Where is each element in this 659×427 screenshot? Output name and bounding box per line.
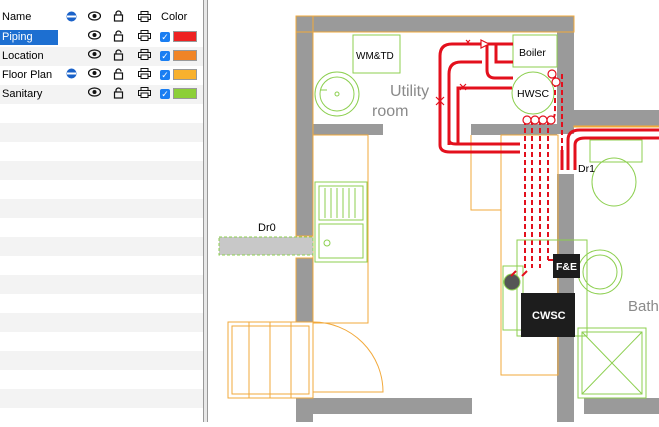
layers-header: Name Color bbox=[0, 6, 203, 25]
dr1-label: Dr1 bbox=[578, 163, 595, 175]
empty-row bbox=[0, 370, 203, 389]
layer-checkbox[interactable]: ✓ bbox=[160, 70, 170, 80]
lock-icon[interactable] bbox=[113, 87, 125, 102]
boiler-unit[interactable]: Boiler bbox=[512, 34, 558, 68]
printer-icon[interactable] bbox=[138, 68, 152, 83]
layer-color-swatch[interactable] bbox=[173, 69, 197, 80]
empty-row bbox=[0, 142, 203, 161]
utility-room-label-1: Utility bbox=[390, 83, 429, 100]
empty-row bbox=[0, 332, 203, 351]
empty-row bbox=[0, 351, 203, 370]
empty-row bbox=[0, 408, 203, 427]
layer-name[interactable]: Piping bbox=[0, 30, 58, 45]
empty-row bbox=[0, 199, 203, 218]
floor-plan-canvas[interactable]: Dr0 Utility room WM&TD Boiler HWSC Dr1 B… bbox=[208, 0, 659, 422]
layer-name[interactable]: Location bbox=[0, 49, 58, 64]
layer-row[interactable]: Floor Plan ✓ bbox=[0, 66, 203, 85]
fe-label: F&E bbox=[556, 261, 577, 273]
layer-color-swatch[interactable] bbox=[173, 31, 197, 42]
printer-icon[interactable] bbox=[138, 49, 152, 64]
wm-td-unit[interactable]: WM&TD bbox=[352, 34, 401, 74]
empty-row bbox=[0, 313, 203, 332]
eye-icon[interactable] bbox=[87, 87, 102, 102]
empty-row bbox=[0, 161, 203, 180]
layer-checkbox[interactable]: ✓ bbox=[160, 89, 170, 99]
layer-color-swatch[interactable] bbox=[173, 50, 197, 61]
empty-row bbox=[0, 389, 203, 408]
panel-divider[interactable] bbox=[203, 0, 204, 422]
utility-sink-counter bbox=[314, 181, 368, 263]
eye-icon[interactable] bbox=[87, 68, 102, 83]
empty-row bbox=[0, 104, 203, 123]
empty-row bbox=[0, 180, 203, 199]
fe-tank[interactable]: F&E bbox=[553, 254, 580, 278]
dr0-label: Dr0 bbox=[258, 222, 276, 234]
layer-checkbox[interactable]: ✓ bbox=[160, 51, 170, 61]
lock-icon[interactable] bbox=[113, 68, 125, 83]
lock-icon[interactable] bbox=[113, 30, 125, 45]
bath-basin bbox=[577, 249, 623, 295]
empty-row bbox=[0, 256, 203, 275]
boiler-label: Boiler bbox=[519, 47, 546, 59]
header-color: Color bbox=[161, 11, 188, 23]
cwsc-label: CWSC bbox=[532, 310, 566, 322]
layer-name[interactable]: Floor Plan bbox=[0, 68, 58, 83]
layer-checkbox[interactable]: ✓ bbox=[160, 32, 170, 42]
layer-row[interactable]: Sanitary ✓ bbox=[0, 85, 203, 104]
eye-icon[interactable] bbox=[87, 30, 102, 45]
stair-outline bbox=[227, 321, 384, 399]
wm-td-label: WM&TD bbox=[356, 51, 394, 62]
empty-row bbox=[0, 275, 203, 294]
printer-icon[interactable] bbox=[138, 87, 152, 102]
shower-tray bbox=[577, 327, 647, 399]
empty-row bbox=[0, 294, 203, 313]
toilet bbox=[589, 139, 643, 207]
visibility-column-icon bbox=[66, 11, 78, 26]
wall-outlines bbox=[295, 15, 659, 376]
lock-icon[interactable] bbox=[113, 49, 125, 64]
layer-row[interactable]: Location ✓ bbox=[0, 47, 203, 66]
eye-column-icon bbox=[87, 11, 102, 26]
bath-label: Bath bbox=[628, 298, 659, 315]
hwsc-label: HWSC bbox=[517, 88, 549, 100]
layer-name[interactable]: Sanitary bbox=[0, 87, 58, 102]
layer-row[interactable]: Piping ✓ bbox=[0, 28, 203, 47]
lock-column-icon bbox=[113, 10, 125, 25]
utility-room-label-2: room bbox=[372, 103, 408, 120]
layers-panel: Name Color Piping ✓ Location ✓ Floor Plan ✓ Sa… bbox=[0, 0, 203, 422]
eye-icon[interactable] bbox=[87, 49, 102, 64]
printer-column-icon bbox=[138, 11, 152, 26]
utility-basin bbox=[314, 71, 360, 117]
empty-row bbox=[0, 237, 203, 256]
layer-color-swatch[interactable] bbox=[173, 88, 197, 99]
visibility-icon[interactable] bbox=[66, 68, 78, 83]
empty-row bbox=[0, 123, 203, 142]
hwsc-tank[interactable]: HWSC bbox=[511, 71, 555, 115]
empty-row bbox=[0, 218, 203, 237]
cwsc-tank[interactable]: CWSC bbox=[521, 293, 575, 337]
header-name: Name bbox=[2, 11, 32, 23]
printer-icon[interactable] bbox=[138, 30, 152, 45]
